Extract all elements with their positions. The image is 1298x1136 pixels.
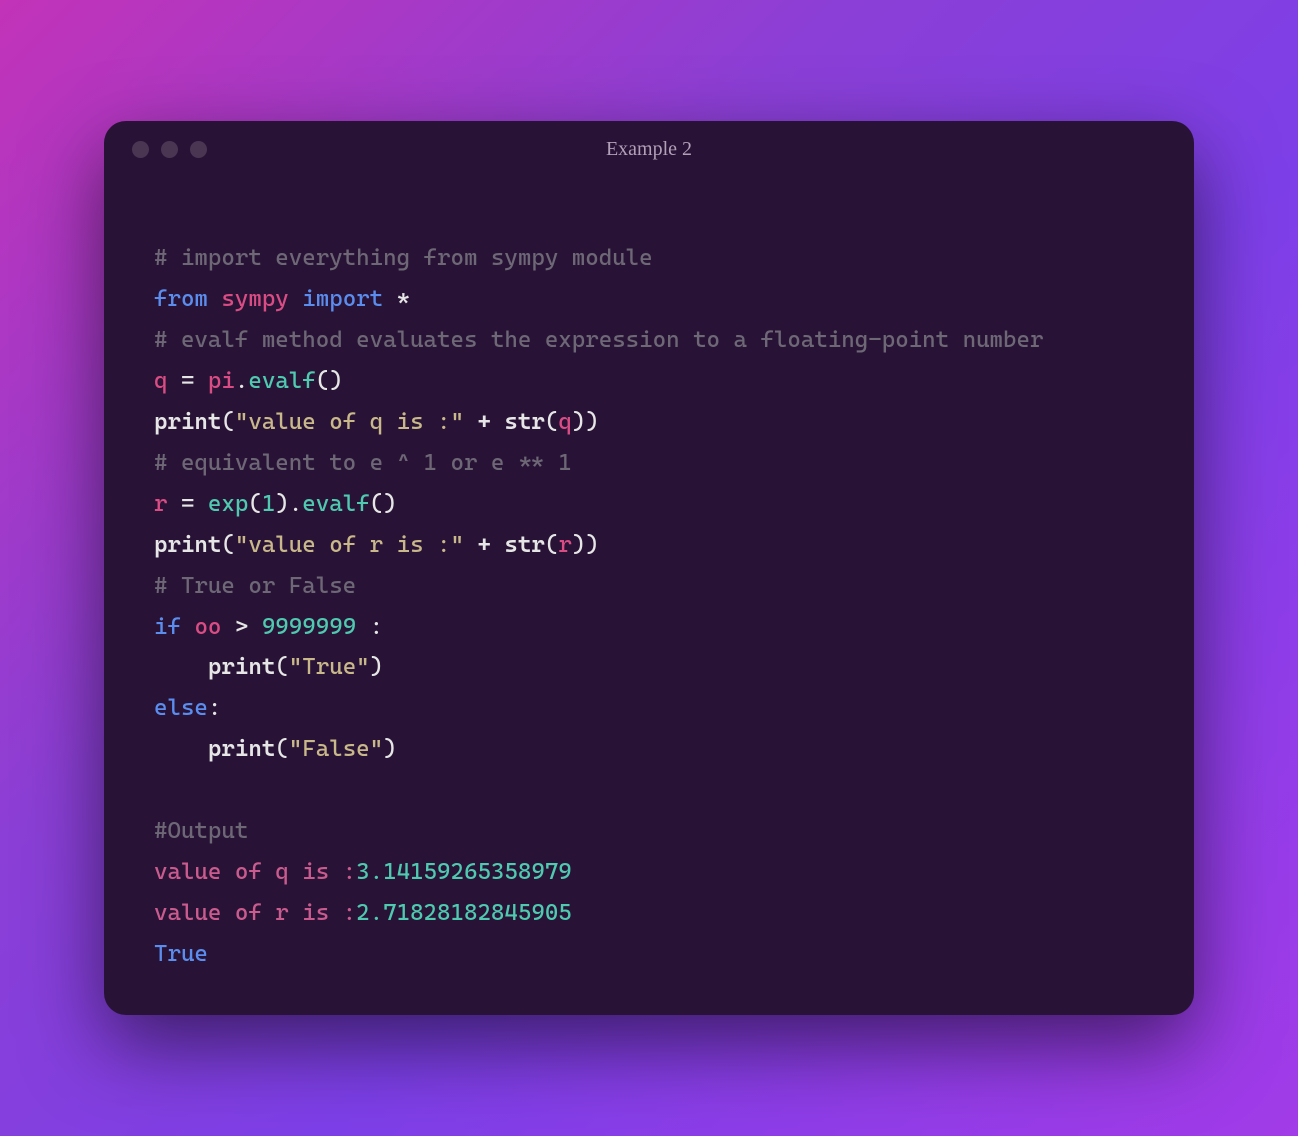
maximize-dot[interactable] xyxy=(190,141,207,158)
code-paren: ( xyxy=(545,532,558,558)
code-colon: : xyxy=(356,614,383,640)
code-comment: # evalf method evaluates the expression … xyxy=(154,327,1043,353)
code-number: 9999999 xyxy=(262,614,356,640)
code-paren: ) xyxy=(585,409,598,435)
code-string: "value of q is :" xyxy=(235,409,464,435)
code-paren: ( xyxy=(275,736,288,762)
code-operator: + xyxy=(464,409,504,435)
code-variable: r xyxy=(558,532,571,558)
code-indent xyxy=(154,736,208,762)
output-value: True xyxy=(154,941,208,967)
code-keyword: from xyxy=(154,286,208,312)
code-keyword: else xyxy=(154,695,208,721)
code-indent xyxy=(154,654,208,680)
code-operator: = xyxy=(167,368,207,394)
code-paren: ( xyxy=(248,491,261,517)
output-label: value of q is : xyxy=(154,859,356,885)
code-string: "False" xyxy=(289,736,383,762)
window-title: Example 2 xyxy=(104,138,1194,161)
code-variable: pi xyxy=(208,368,235,394)
code-paren: ) xyxy=(585,532,598,558)
output-value: 2.71828182845905 xyxy=(356,900,572,926)
code-paren: ( xyxy=(275,654,288,680)
code-function: exp xyxy=(208,491,248,517)
code-call: print xyxy=(208,654,275,680)
code-comment: # import everything from sympy module xyxy=(154,245,653,271)
code-keyword: import xyxy=(302,286,383,312)
code-number: 1 xyxy=(262,491,275,517)
window-controls xyxy=(132,141,207,158)
code-string: "value of r is :" xyxy=(235,532,464,558)
code-variable: q xyxy=(154,368,167,394)
code-comment: # True or False xyxy=(154,573,356,599)
code-variable: r xyxy=(154,491,167,517)
code-function: str xyxy=(504,532,544,558)
code-comment: # equivalent to e ^ 1 or e ** 1 xyxy=(154,450,572,476)
code-variable: oo xyxy=(194,614,221,640)
titlebar: Example 2 xyxy=(104,121,1194,168)
code-function: evalf xyxy=(248,368,315,394)
code-keyword: if xyxy=(154,614,181,640)
close-dot[interactable] xyxy=(132,141,149,158)
code-operator: * xyxy=(397,286,410,312)
code-paren: ( xyxy=(221,409,234,435)
code-variable: q xyxy=(558,409,571,435)
output-value: 3.14159265358979 xyxy=(356,859,572,885)
code-parens: () xyxy=(370,491,397,517)
code-call: print xyxy=(154,532,221,558)
code-paren: ) xyxy=(275,491,288,517)
code-dot: . xyxy=(235,368,248,394)
code-window: Example 2 # import everything from sympy… xyxy=(104,121,1194,1015)
code-call: print xyxy=(154,409,221,435)
minimize-dot[interactable] xyxy=(161,141,178,158)
code-function: str xyxy=(504,409,544,435)
code-paren: ) xyxy=(383,736,396,762)
code-paren: ) xyxy=(370,654,383,680)
code-operator: = xyxy=(167,491,207,517)
code-operator: + xyxy=(464,532,504,558)
code-colon: : xyxy=(208,695,221,721)
code-module: sympy xyxy=(221,286,288,312)
code-parens: () xyxy=(316,368,343,394)
code-function: evalf xyxy=(302,491,369,517)
code-paren: ) xyxy=(572,409,585,435)
code-call: print xyxy=(208,736,275,762)
code-paren: ( xyxy=(545,409,558,435)
code-paren: ( xyxy=(221,532,234,558)
code-block: # import everything from sympy module fr… xyxy=(104,168,1194,975)
code-comment: #Output xyxy=(154,818,248,844)
code-dot: . xyxy=(289,491,302,517)
code-operator: > xyxy=(221,614,261,640)
code-paren: ) xyxy=(572,532,585,558)
output-label: value of r is : xyxy=(154,900,356,926)
code-string: "True" xyxy=(289,654,370,680)
